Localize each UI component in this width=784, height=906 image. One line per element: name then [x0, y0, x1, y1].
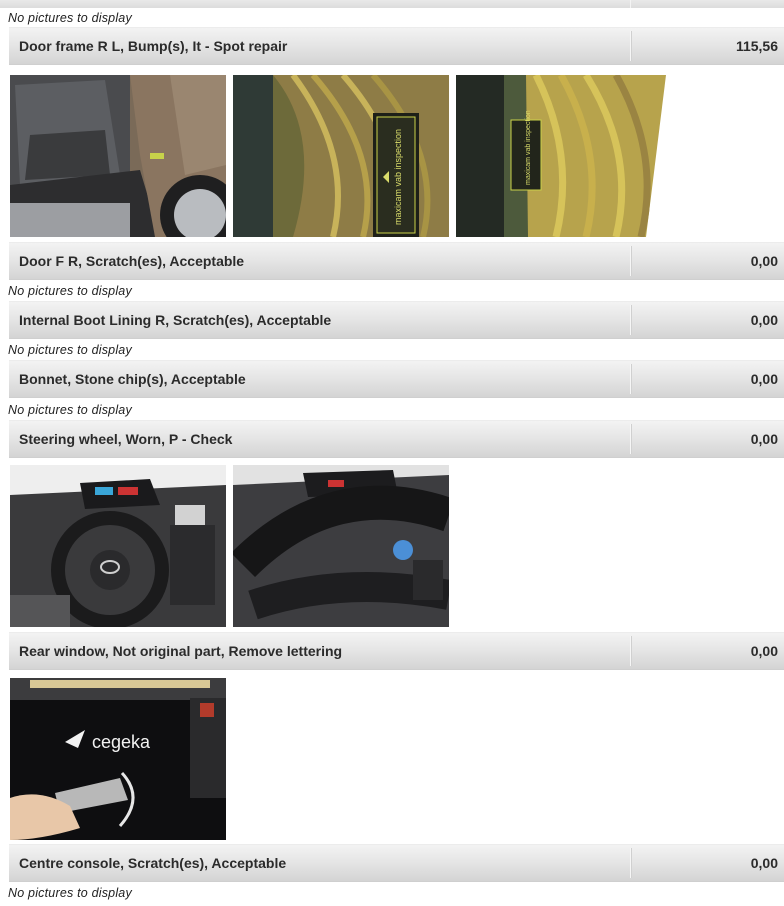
repair-cost: 115,56 — [735, 38, 778, 54]
repair-cost: 0,00 — [750, 253, 778, 269]
damage-description: Rear window, Not original part, Remove l… — [19, 643, 343, 659]
damage-description: Door frame R L, Bump(s), It - Spot repai… — [19, 38, 288, 54]
damage-description: Door F R, Scratch(es), Acceptable — [19, 253, 245, 269]
door-edge-gauge-photo[interactable]: maxicam vab inspection — [456, 75, 672, 237]
damage-row-bonnet[interactable]: Bonnet, Stone chip(s), Acceptable 0,00 — [9, 360, 784, 398]
repair-cost: 0,00 — [750, 312, 778, 328]
cegeka-lettering: cegeka — [92, 732, 151, 752]
door-frame-gauge-photo[interactable]: maxicam vab inspection — [233, 75, 449, 237]
dashboard-photo[interactable] — [10, 465, 226, 627]
damage-row-steering-wheel[interactable]: Steering wheel, Worn, P - Check 0,00 — [9, 420, 784, 458]
gauge-text: maxicam vab inspection — [525, 110, 532, 185]
repair-cost: 0,00 — [750, 855, 778, 871]
damage-description: Internal Boot Lining R, Scratch(es), Acc… — [19, 312, 332, 328]
no-pictures-message: No pictures to display — [8, 403, 132, 417]
repair-cost: 0,00 — [750, 643, 778, 659]
repair-cost: 0,00 — [750, 371, 778, 387]
previous-row-bar — [0, 0, 784, 8]
damage-description: Steering wheel, Worn, P - Check — [19, 431, 233, 447]
damage-row-internal-boot-lining[interactable]: Internal Boot Lining R, Scratch(es), Acc… — [9, 301, 784, 339]
gauge-text: maxicam vab inspection — [393, 129, 403, 225]
repair-cost: 0,00 — [750, 431, 778, 447]
damage-row-centre-console[interactable]: Centre console, Scratch(es), Acceptable … — [9, 844, 784, 882]
damage-row-door-f-r[interactable]: Door F R, Scratch(es), Acceptable 0,00 — [9, 242, 784, 280]
damage-row-door-frame[interactable]: Door frame R L, Bump(s), It - Spot repai… — [9, 27, 784, 65]
no-pictures-message: No pictures to display — [8, 284, 132, 298]
no-pictures-message: No pictures to display — [8, 11, 132, 25]
rear-window-lettering-photo[interactable]: cegeka — [10, 678, 226, 840]
no-pictures-message: No pictures to display — [8, 886, 132, 900]
door-interior-photo[interactable] — [10, 75, 226, 237]
no-pictures-message: No pictures to display — [8, 343, 132, 357]
damage-description: Bonnet, Stone chip(s), Acceptable — [19, 371, 246, 387]
steering-wheel-closeup-photo[interactable] — [233, 465, 449, 627]
damage-description: Centre console, Scratch(es), Acceptable — [19, 855, 287, 871]
damage-row-rear-window[interactable]: Rear window, Not original part, Remove l… — [9, 632, 784, 670]
